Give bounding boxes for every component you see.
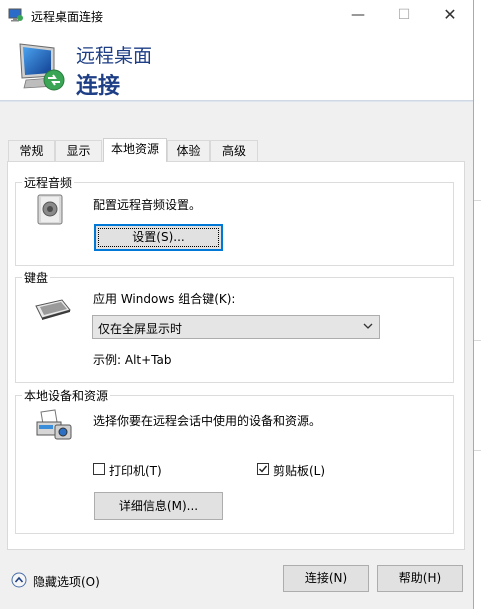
tab-local-resources[interactable]: 本地资源	[103, 138, 167, 162]
banner-title-line2: 连接	[76, 74, 121, 99]
connect-button[interactable]: 连接(N)	[283, 565, 369, 592]
printer-camera-icon	[36, 409, 72, 440]
background-divider	[474, 340, 481, 341]
tab-display[interactable]: 显示	[55, 140, 102, 161]
keyboard-example: 示例: Alt+Tab	[93, 353, 172, 367]
hide-options-link[interactable]: 隐藏选项(O)	[33, 573, 100, 590]
remote-desktop-window: 远程桌面连接 — ☐ ✕ 远程桌面 连接 常规 显示 本地资源 体验 高级 远程…	[0, 0, 474, 609]
background-window-edge	[474, 0, 481, 609]
background-divider	[474, 450, 481, 451]
background-divider	[474, 200, 481, 201]
remote-audio-title: 远程音频	[22, 174, 75, 191]
audio-settings-button[interactable]: 设置(S)...	[94, 224, 223, 251]
window-title: 远程桌面连接	[31, 10, 104, 24]
windows-key-combination-value: 仅在全屏显示时	[98, 322, 183, 336]
local-devices-title: 本地设备和资源	[22, 387, 111, 404]
collapse-options-icon[interactable]	[11, 572, 27, 588]
tab-general[interactable]: 常规	[8, 140, 55, 161]
speaker-icon	[37, 194, 63, 225]
focus-rectangle	[98, 228, 219, 247]
chevron-down-icon	[363, 323, 373, 329]
keyboard-icon	[35, 299, 71, 320]
banner-divider	[0, 101, 473, 102]
keyboard-title: 键盘	[22, 269, 51, 286]
close-button[interactable]: ✕	[427, 0, 473, 32]
monitor-connection-icon	[19, 43, 65, 91]
clipboard-label[interactable]: 剪贴板(L)	[273, 462, 325, 479]
checkmark-icon	[259, 465, 268, 473]
details-button[interactable]: 详细信息(M)...	[94, 492, 223, 520]
help-button[interactable]: 帮助(H)	[377, 565, 463, 592]
local-devices-description: 选择你要在远程会话中使用的设备和资源。	[93, 414, 322, 428]
banner-title-line1: 远程桌面	[76, 45, 153, 67]
printer-label[interactable]: 打印机(T)	[109, 462, 162, 479]
windows-key-combination-select[interactable]: 仅在全屏显示时	[92, 315, 380, 339]
clipboard-checkbox[interactable]	[257, 463, 269, 475]
remote-desktop-app-icon	[8, 8, 23, 22]
title-bar[interactable]: 远程桌面连接 — ☐ ✕	[0, 0, 473, 32]
tab-advanced[interactable]: 高级	[210, 140, 258, 161]
minimize-button[interactable]: —	[335, 0, 381, 32]
keyboard-description: 应用 Windows 组合键(K):	[93, 292, 236, 306]
header-banner: 远程桌面 连接	[0, 32, 473, 101]
remote-audio-group	[15, 182, 454, 266]
audio-description: 配置远程音频设置。	[93, 198, 202, 212]
printer-checkbox[interactable]	[93, 463, 105, 475]
tab-experience[interactable]: 体验	[167, 140, 210, 161]
maximize-button[interactable]: ☐	[381, 0, 427, 32]
